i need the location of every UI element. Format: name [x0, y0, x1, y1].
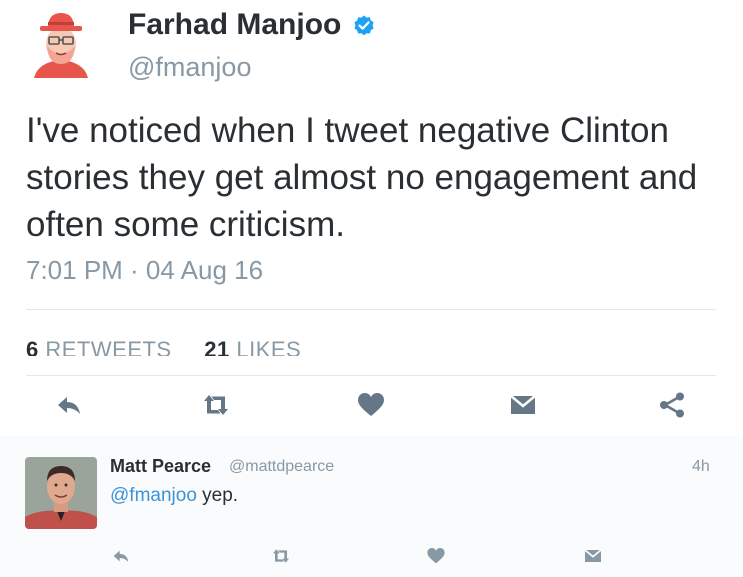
reply-icon[interactable] — [111, 546, 131, 566]
like-count: 21 — [204, 337, 230, 356]
reply-author-handle[interactable]: @mattdpearce — [229, 458, 334, 476]
like-label: LIKES — [236, 337, 302, 356]
retweet-label: RETWEETS — [45, 337, 172, 356]
reply-body: yep. — [196, 485, 239, 506]
envelope-icon[interactable] — [508, 390, 538, 420]
tweet-timestamp[interactable]: 7:01 PM · 04 Aug 16 — [26, 255, 263, 286]
tweet-stats: 6 RETWEETS 21 LIKES — [26, 336, 327, 356]
verified-badge-icon — [352, 14, 376, 38]
reply-time[interactable]: 4h — [692, 458, 710, 476]
author-name[interactable]: Farhad Manjoo — [128, 8, 341, 42]
heart-icon[interactable] — [426, 546, 446, 566]
retweet-count-stat[interactable]: 6 RETWEETS — [26, 336, 172, 356]
reply-icon[interactable] — [54, 390, 84, 420]
author-handle[interactable]: @fmanjoo — [128, 52, 251, 83]
retweet-icon[interactable] — [201, 390, 231, 420]
share-icon[interactable] — [657, 390, 687, 420]
divider — [26, 375, 716, 376]
reply-text: @fmanjoo yep. — [110, 485, 238, 507]
retweet-count: 6 — [26, 337, 39, 356]
envelope-icon[interactable] — [583, 546, 603, 566]
divider — [26, 309, 716, 310]
tweet-text: I've noticed when I tweet negative Clint… — [26, 111, 698, 244]
like-count-stat[interactable]: 21 LIKES — [204, 336, 301, 356]
heart-icon[interactable] — [356, 390, 386, 420]
author-avatar[interactable] — [26, 8, 96, 78]
reply-author-avatar[interactable] — [25, 457, 97, 529]
reply-mention-link[interactable]: @fmanjoo — [110, 485, 197, 506]
retweet-icon[interactable] — [271, 546, 291, 566]
reply-author-name[interactable]: Matt Pearce — [110, 456, 211, 477]
